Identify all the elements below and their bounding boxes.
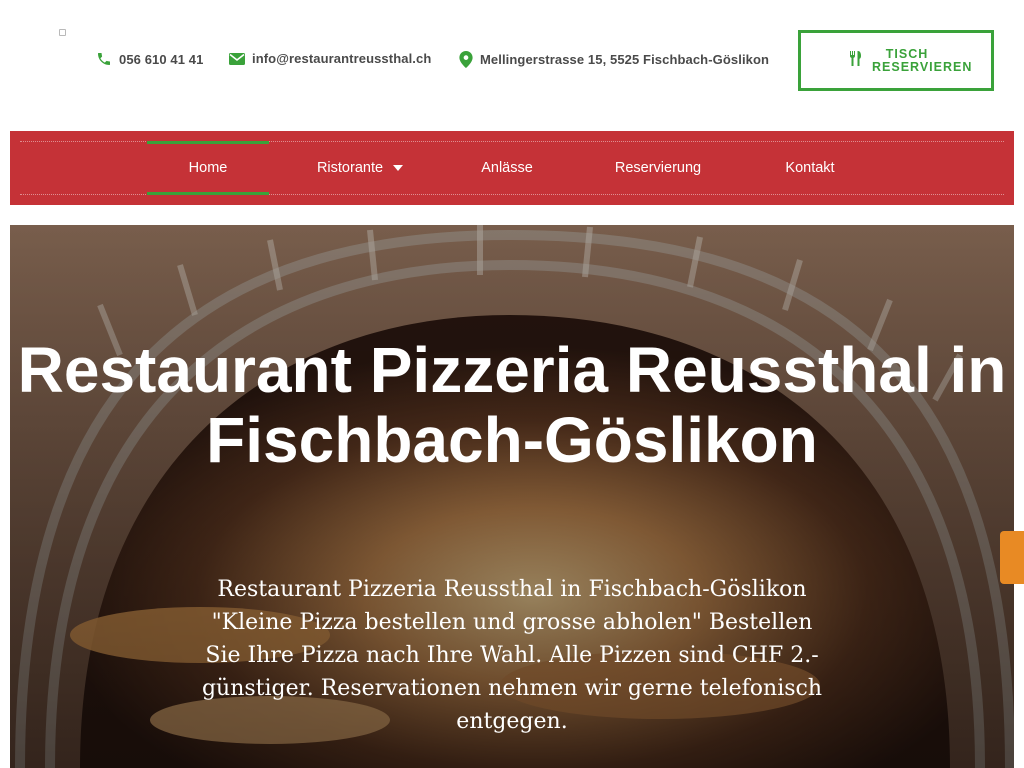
cutlery-icon — [850, 50, 862, 71]
phone-number: 056 610 41 41 — [119, 51, 204, 67]
header-address[interactable]: Mellingerstrasse 15, 5525 Fischbach-Gösl… — [459, 51, 769, 68]
header-email[interactable]: info@restaurantreussthal.ch — [229, 51, 431, 66]
phone-icon — [96, 51, 112, 67]
hero-title: Restaurant Pizzeria Reussthal in Fischba… — [17, 334, 1007, 476]
nav-item-label: Kontakt — [785, 160, 835, 176]
nav-item-ristorante[interactable]: Ristorante — [290, 141, 430, 195]
nav-item-label: Ristorante — [316, 160, 384, 176]
main-navigation: Home Ristorante Anlässe Reservierung Kon… — [10, 131, 1014, 205]
nav-item-kontakt[interactable]: Kontakt — [770, 141, 850, 195]
nav-item-label: Anlässe — [481, 160, 533, 176]
envelope-icon — [229, 52, 245, 65]
header-phone[interactable]: 056 610 41 41 — [96, 51, 203, 67]
caret-down-icon — [393, 165, 404, 171]
nav-item-label: Home — [188, 160, 228, 176]
nav-item-reservierung[interactable]: Reservierung — [600, 141, 716, 195]
email-address: info@restaurantreussthal.ch — [252, 51, 432, 66]
logo-image[interactable] — [59, 29, 66, 36]
side-widget-tab[interactable] — [1000, 531, 1024, 584]
map-pin-icon — [459, 51, 473, 68]
hero-description: Restaurant Pizzeria Reussthal in Fischba… — [201, 577, 823, 734]
nav-item-home[interactable]: Home — [147, 141, 269, 195]
nav-item-label: Reservierung — [614, 160, 702, 176]
reserve-table-label: Tisch Reservieren — [872, 46, 973, 74]
nav-item-anlaesse[interactable]: Anlässe — [460, 141, 554, 195]
hero-section: Restaurant Pizzeria Reussthal in Fischba… — [10, 225, 1014, 768]
reserve-table-button[interactable]: Tisch Reservieren — [798, 30, 994, 91]
address-text: Mellingerstrasse 15, 5525 Fischbach-Gösl… — [480, 52, 770, 67]
